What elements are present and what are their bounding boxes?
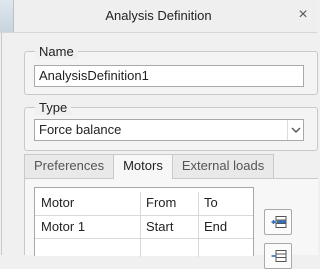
column-header-to[interactable]: To	[204, 192, 218, 214]
column-header-motor[interactable]: Motor	[41, 192, 74, 214]
type-select-value: Force balance	[39, 122, 122, 137]
tab-motors[interactable]: Motors	[113, 154, 173, 179]
type-group: Type Force balance	[24, 100, 318, 151]
table-row[interactable]: Motor 1 Start End	[35, 215, 253, 239]
type-select[interactable]: Force balance	[34, 119, 304, 141]
type-group-label: Type	[35, 100, 72, 115]
cell-to[interactable]: End	[204, 216, 227, 238]
tab-strip: Preferences Motors External loads	[24, 154, 275, 179]
add-row-icon	[271, 216, 287, 228]
remove-row-icon	[271, 250, 287, 262]
title-bar: Analysis Definition ×	[0, 0, 317, 33]
window-title: Analysis Definition	[105, 8, 212, 23]
motors-table: Motor From To Motor 1 Start End	[34, 187, 254, 257]
column-header-from[interactable]: From	[146, 192, 176, 214]
name-input[interactable]: AnalysisDefinition1	[34, 65, 304, 87]
chevron-down-icon[interactable]	[287, 120, 303, 140]
name-group: Name AnalysisDefinition1	[24, 44, 318, 95]
tab-preferences[interactable]: Preferences	[24, 154, 115, 178]
tab-external-loads[interactable]: External loads	[171, 154, 275, 178]
name-group-label: Name	[35, 44, 78, 59]
table-header-row: Motor From To	[35, 192, 253, 215]
close-button[interactable]: ×	[295, 6, 311, 24]
remove-row-button[interactable]	[264, 243, 292, 269]
cell-from[interactable]: Start	[146, 216, 173, 238]
dialog-body: Name AnalysisDefinition1 Type Force bala…	[1, 33, 318, 269]
add-row-button[interactable]	[264, 209, 292, 235]
motors-panel: Motor From To Motor 1 Start End	[24, 178, 318, 269]
cell-motor[interactable]: Motor 1	[41, 216, 85, 238]
